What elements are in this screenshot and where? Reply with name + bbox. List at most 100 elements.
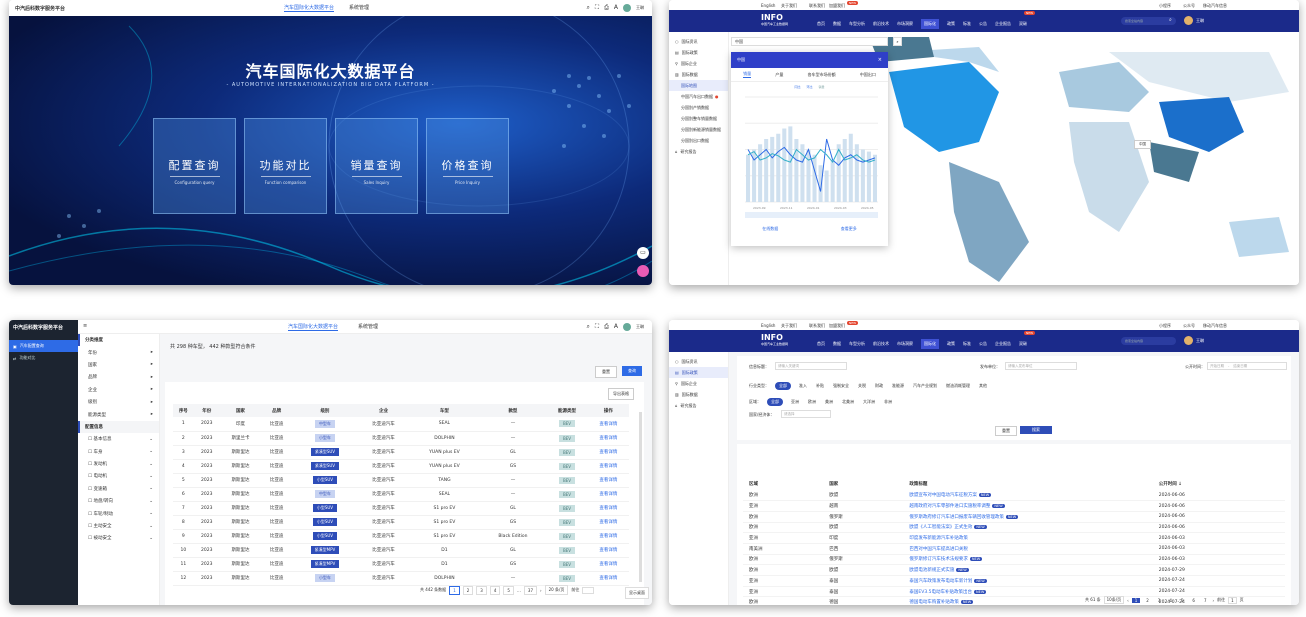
page-1[interactable]: 1 (449, 585, 460, 595)
region-chip[interactable]: 美洲 (825, 399, 833, 405)
table-row[interactable]: 2 2023 斯里兰卡 比亚迪 小型车 比亚迪汽车 DOLPHIN — BEV 查看详情 (173, 431, 629, 446)
table-cell[interactable]: 欧盟宣布对中国电动汽车征税方案 NEW (903, 490, 1153, 502)
nav-item[interactable]: 数据 (833, 21, 841, 27)
page-7[interactable]: 7 (1201, 598, 1210, 603)
prev-page-icon[interactable]: ‹ (1127, 598, 1129, 603)
config-chassis[interactable]: ☐ 地盘/转向 ⌄ (78, 495, 159, 507)
policy-title-link[interactable]: 欧盟《人工智能法案》正式生效 (909, 525, 972, 530)
show-desktop-button[interactable]: 显示桌面 (625, 587, 649, 599)
sidebar-item[interactable]: ▥ 国际数据 (669, 69, 728, 80)
table-cell[interactable]: 越南政府对汽车零部件进口实施税率调整 NEW (903, 500, 1153, 512)
goto-input[interactable]: 1 (1228, 596, 1237, 604)
config-wheel[interactable]: ☐ 车轮/制动 ⌄ (78, 507, 159, 519)
publisher-input[interactable]: 请输入发布单位 (1005, 362, 1077, 370)
table-row[interactable]: 欧洲 欧盟 欧盟电池新规正式实施 NEW 2024-07-29 (743, 564, 1285, 576)
sidebar-subitem[interactable]: 分国别整车销量数据 (669, 113, 728, 124)
page-last[interactable]: 37 (523, 585, 538, 595)
sidebar-item[interactable]: ▤ 国际政策 (669, 47, 728, 58)
region-chip[interactable]: 北美洲 (842, 399, 854, 405)
page-6[interactable]: 6 (1189, 598, 1198, 603)
table-cell[interactable]: 查看详情 (587, 487, 629, 502)
nav-item[interactable]: 车型分析 (849, 21, 865, 27)
view-detail-link[interactable]: 查看详情 (599, 492, 617, 497)
page-3[interactable]: 3 (476, 585, 487, 595)
region-chip[interactable]: 欧洲 (808, 399, 816, 405)
site-logo[interactable]: INFO 中国汽车工业数据网 (761, 13, 788, 26)
table-cell[interactable]: 查看详情 (587, 473, 629, 488)
page-2[interactable]: 2 (1143, 598, 1152, 603)
search-icon[interactable]: ⌕ (587, 324, 590, 330)
view-detail-link[interactable]: 查看详情 (599, 450, 617, 455)
page-size-select[interactable]: 20 条/页 (544, 585, 569, 595)
english-link[interactable]: English (761, 3, 775, 8)
search-icon[interactable]: ⌕ (587, 5, 590, 11)
view-detail-link[interactable]: 查看详情 (599, 478, 617, 483)
nav-item[interactable]: 政策 (947, 341, 955, 347)
tab-system[interactable]: 系统管理 (349, 4, 369, 11)
config-basic[interactable]: ☐ 基本信息 ⌄ (78, 433, 159, 445)
config-motor[interactable]: ☐ 电动机 ⌄ (78, 470, 159, 482)
sidebar-subitem[interactable]: 分国别新能源销量数据 (669, 124, 728, 135)
view-detail-link[interactable]: 查看详情 (599, 534, 617, 539)
table-row[interactable]: 亚洲 泰国 泰国汽车政策发布电动车新计划 NEW 2024-07-24 (743, 575, 1285, 587)
sidebar-item[interactable]: ⚲ 国际企业 (669, 378, 728, 389)
table-cell[interactable]: 俄罗斯政府修订汽车进口报废车辆回收管理政策 NEW (903, 511, 1153, 523)
view-detail-link[interactable]: 查看详情 (599, 436, 617, 441)
nav-item[interactable]: 双碳 (1019, 341, 1027, 347)
page-4[interactable]: 4 (489, 585, 501, 595)
page-1[interactable]: 1 (1131, 597, 1141, 603)
sidebar-item[interactable]: ▥ 国际数据 (669, 389, 728, 400)
about-link[interactable]: 关于我们 (781, 3, 797, 9)
nav-item-active[interactable]: 国际化 (921, 19, 939, 29)
sidebar-item[interactable]: ○ 国际资讯 (669, 356, 728, 367)
view-detail-link[interactable]: 查看详情 (599, 506, 617, 511)
reset-button[interactable]: 重置 (595, 366, 617, 378)
config-gearbox[interactable]: ☐ 变速箱 ⌄ (78, 483, 159, 495)
nav-item[interactable]: 企业报告 (995, 341, 1011, 347)
country-input[interactable]: 中国 (731, 37, 888, 46)
print-icon[interactable]: ⎙ (604, 5, 609, 11)
table-row[interactable]: 9 2023 斯斯里达 比亚迪 小型SUV 比亚迪汽车 S1 pro EV Black Edi… (173, 529, 629, 544)
tab-system[interactable]: 系统管理 (358, 323, 378, 330)
table-cell[interactable]: 泰国汽车政策发布电动车新计划 NEW (903, 575, 1153, 587)
table-cell[interactable]: 查看详情 (587, 501, 629, 516)
region-chip[interactable]: 非洲 (884, 399, 892, 405)
table-cell[interactable]: 欧盟电池新规正式实施 NEW (903, 564, 1153, 576)
sidebar-subitem[interactable]: 分国别产销数据 (669, 102, 728, 113)
table-cell[interactable]: 查看详情 (587, 571, 629, 586)
policy-title-link[interactable]: 泰国汽车政策发布电动车新计划 (909, 579, 972, 584)
nav-item[interactable]: 前沿技术 (873, 341, 889, 347)
filter-energy[interactable]: 能源类型 ▸ (78, 408, 159, 420)
table-row[interactable]: 1 2023 印度 比亚迪 中型车 比亚迪汽车 SEAL — BEV 查看详情 (173, 417, 629, 432)
tab-platform[interactable]: 汽车国际化大数据平台 (288, 323, 339, 331)
policy-title-link[interactable]: 欧盟宣布对中国电动汽车征税方案 (909, 493, 977, 498)
reset-button[interactable]: 重置 (995, 426, 1017, 436)
policy-title-link[interactable]: 印度发布新能源汽车补贴政策 (909, 536, 968, 541)
table-row[interactable]: 8 2023 斯斯里达 比亚迪 小型SUV 比亚迪汽车 S1 pro EV GS BEV 查看详情 (173, 515, 629, 530)
type-chip[interactable]: 关税 (858, 383, 866, 389)
table-row[interactable]: 10 2023 斯斯里达 比亚迪 紧凑型MPV 比亚迪汽车 D1 GL BEV 查看详情 (173, 543, 629, 558)
table-row[interactable]: 欧洲 俄罗斯 俄罗斯修订汽车技术法规要求 NEW 2024-06-03 (743, 554, 1285, 566)
sidebar-item[interactable]: ⌂ 研究报告 (669, 146, 728, 157)
type-chip[interactable]: 补贴 (816, 383, 824, 389)
type-chip[interactable]: 财政 (875, 383, 883, 389)
table-cell[interactable]: 印度发布新能源汽车补贴政策 (903, 532, 1153, 544)
site-search-input[interactable]: 搜索全站内容 (1121, 17, 1176, 25)
config-active-safety[interactable]: ☐ 主动安全 ⌄ (78, 520, 159, 532)
region-chip[interactable]: 大洋洲 (863, 399, 875, 405)
page-3[interactable]: 3 (1155, 598, 1164, 603)
table-row[interactable]: 7 2023 斯斯里达 比亚迪 小型SUV 比亚迪汽车 S1 pro EV GL BEV 查看详情 (173, 501, 629, 516)
nav-item[interactable]: 标准 (963, 341, 971, 347)
table-cell[interactable]: 查看详情 (587, 543, 629, 558)
font-size-icon[interactable]: A (614, 324, 618, 330)
table-row[interactable]: 4 2023 斯斯里达 比亚迪 紧凑型SUV 比亚迪汽车 YUAN plus EV GS BEV… (173, 459, 629, 474)
config-query-card[interactable]: 配置查询 Configuration query (153, 118, 236, 214)
sidebar-item-config[interactable]: ▣ 汽车配置查询 (9, 340, 78, 352)
page-5[interactable]: 5 (503, 585, 514, 595)
table-cell[interactable]: 查看详情 (587, 431, 629, 446)
mobile-link[interactable]: 移动汽车信息 (1203, 323, 1227, 329)
sidebar-item[interactable]: ○ 国际资讯 (669, 36, 728, 47)
tab-production[interactable]: 产量 (775, 72, 783, 78)
table-cell[interactable]: 俄罗斯修订汽车技术法规要求 NEW (903, 554, 1153, 566)
tab-sales[interactable]: 销量 (743, 71, 752, 78)
